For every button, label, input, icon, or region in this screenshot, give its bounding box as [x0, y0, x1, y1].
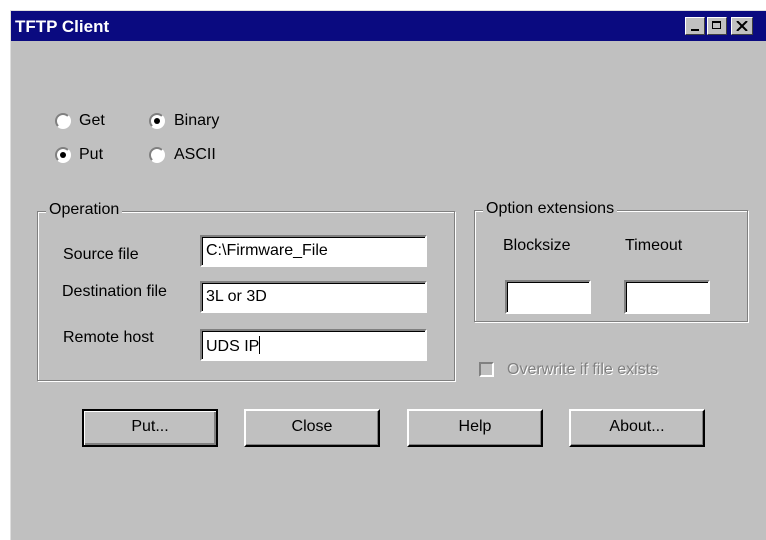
destination-file-label: Destination file: [62, 283, 167, 300]
put-label: Put: [79, 146, 104, 163]
put-button[interactable]: Put...: [82, 409, 218, 447]
maximize-icon[interactable]: [707, 17, 727, 35]
close-icon[interactable]: [731, 17, 753, 35]
window-title: TFTP Client: [15, 17, 110, 36]
help-button[interactable]: Help: [407, 409, 543, 447]
source-file-label: Source file: [63, 246, 139, 263]
title-bar[interactable]: TFTP Client: [11, 11, 766, 41]
option-extensions-legend: Option extensions: [483, 200, 618, 218]
overwrite-checkbox[interactable]: [479, 362, 494, 377]
get-radio[interactable]: [55, 113, 71, 129]
remote-host-value: UDS IP: [206, 338, 260, 355]
put-radio[interactable]: [55, 147, 71, 163]
blocksize-label: Blocksize: [503, 237, 571, 254]
timeout-input[interactable]: [624, 280, 710, 314]
overwrite-label: Overwrite if file exists: [507, 361, 659, 378]
about-button[interactable]: About...: [569, 409, 705, 447]
binary-label: Binary: [174, 112, 220, 129]
close-button[interactable]: Close: [244, 409, 380, 447]
binary-radio[interactable]: [149, 113, 165, 129]
minimize-icon[interactable]: [685, 17, 705, 35]
destination-file-input[interactable]: 3L or 3D: [200, 281, 427, 313]
timeout-label: Timeout: [625, 237, 683, 254]
blocksize-input[interactable]: [505, 280, 591, 314]
get-label: Get: [79, 112, 105, 129]
ascii-radio[interactable]: [149, 147, 165, 163]
text-caret: [259, 336, 261, 354]
remote-host-label: Remote host: [63, 329, 154, 346]
remote-host-input[interactable]: UDS IP: [200, 329, 427, 361]
ascii-label: ASCII: [174, 146, 216, 163]
tftp-client-window: TFTP Client Get Binary Put ASCII Operati…: [10, 10, 766, 540]
operation-legend: Operation: [46, 201, 123, 219]
source-file-input[interactable]: C:\Firmware_File: [200, 235, 427, 267]
